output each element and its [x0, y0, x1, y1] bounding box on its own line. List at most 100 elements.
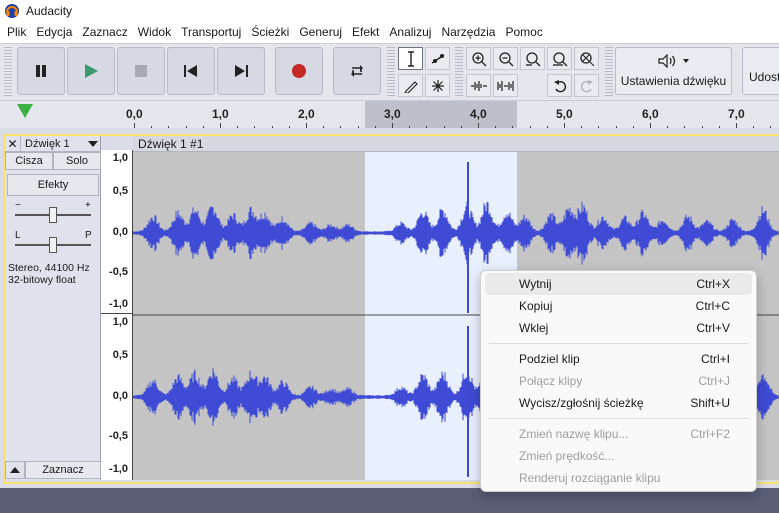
- menu-tools[interactable]: Narzędzia: [436, 22, 500, 43]
- chevron-up-icon: [10, 467, 20, 473]
- trim-audio-icon: [470, 80, 487, 91]
- menu-tracks[interactable]: Ścieżki: [246, 22, 294, 43]
- skip-end-button[interactable]: [217, 47, 265, 95]
- menu-item-label: Połącz klipy: [519, 374, 583, 388]
- track-menu-button[interactable]: [85, 140, 101, 147]
- share-audio-label: Udost: [749, 70, 779, 84]
- loop-icon: [351, 65, 363, 77]
- timeline-tick-label: 6,0: [642, 107, 659, 121]
- playhead-marker-icon[interactable]: [17, 104, 33, 118]
- window-title: Audacity: [26, 4, 73, 18]
- share-audio-button[interactable]: Udost: [742, 47, 779, 95]
- menu-item-shortcut: Ctrl+F2: [690, 427, 730, 441]
- select-track-button[interactable]: Zaznacz: [25, 461, 101, 479]
- skip-start-button[interactable]: [167, 47, 215, 95]
- pause-button[interactable]: [17, 47, 65, 95]
- menu-view[interactable]: Widok: [133, 22, 176, 43]
- menu-item-label: Renderuj rozciąganie klipu: [519, 471, 661, 485]
- track-format-info: Stereo, 44100 Hz 32-bitowy float: [8, 262, 90, 286]
- solo-button[interactable]: Solo: [53, 152, 101, 170]
- trim-button[interactable]: [466, 74, 491, 97]
- timeline-tick-label: 0,0: [126, 107, 143, 121]
- menu-help[interactable]: Pomoc: [500, 22, 547, 43]
- stop-button[interactable]: [117, 47, 165, 95]
- selection-tool-button[interactable]: [398, 47, 423, 70]
- amplitude-ruler[interactable]: 1,0 0,5 0,0 -0,5 -1,0 1,0 0,5 0,0 -0,5 -…: [101, 150, 133, 480]
- toolbar-grip[interactable]: [455, 47, 463, 97]
- menu-effect[interactable]: Efekt: [347, 22, 384, 43]
- effects-button[interactable]: Efekty: [7, 174, 99, 196]
- vtick-bottom-1: 1,0: [112, 316, 128, 328]
- vtick-bottom-2: 0,5: [112, 349, 128, 361]
- menu-item-label: Kopiuj: [519, 299, 553, 313]
- menu-item-shortcut: Shift+U: [690, 396, 730, 410]
- redo-button[interactable]: [574, 74, 599, 97]
- zoom-selection-icon: [525, 51, 540, 66]
- menu-item-label: Zmień nazwę klipu...: [519, 427, 629, 441]
- fit-selection-button[interactable]: [520, 47, 545, 70]
- timeline-tick-label: 5,0: [556, 107, 573, 121]
- menu-item-label: Wycisz/zgłośnij ścieżkę: [519, 396, 644, 410]
- pan-slider[interactable]: [15, 237, 91, 253]
- menu-transport[interactable]: Transportuj: [176, 22, 246, 43]
- context-menu-item[interactable]: Podziel klip Ctrl+I: [485, 348, 752, 370]
- fit-project-button[interactable]: [547, 47, 572, 70]
- play-button[interactable]: [67, 47, 115, 95]
- context-menu-item[interactable]: Połącz klipy Ctrl+J: [485, 370, 752, 392]
- clip-context-menu: Wytnij Ctrl+X Kopiuj Ctrl+C Wklej Ctrl+V Podzi…: [480, 270, 757, 492]
- zoom-fit-icon: [552, 51, 567, 66]
- multi-tool-button[interactable]: [425, 74, 450, 97]
- vtick-top-1: 1,0: [112, 152, 128, 164]
- timeline-ruler[interactable]: 0,0 1,0 2,0 3,0 4,0 5,0 6,0 7,0: [0, 100, 779, 129]
- zoom-toggle-button[interactable]: [574, 47, 599, 70]
- silence-button[interactable]: [493, 74, 518, 97]
- toolbar-grip[interactable]: [605, 47, 613, 97]
- undo-button[interactable]: [547, 74, 572, 97]
- menu-item-shortcut: Ctrl+C: [695, 299, 730, 313]
- pan-right-label: P: [85, 230, 92, 241]
- context-menu-item[interactable]: Wklej Ctrl+V: [485, 317, 752, 339]
- context-menu-item[interactable]: Zmień prędkość...: [485, 445, 752, 467]
- menu-item-shortcut: Ctrl+X: [696, 277, 730, 291]
- menu-separator: [489, 418, 748, 419]
- context-menu-item[interactable]: Kopiuj Ctrl+C: [485, 295, 752, 317]
- timeline-tick-label: 3,0: [384, 107, 401, 121]
- i-beam-icon: [407, 50, 414, 67]
- menu-analyze[interactable]: Analizuj: [384, 22, 436, 43]
- toolbar: Ustawienia dźwięku Udost: [0, 43, 779, 100]
- toolbar-grip[interactable]: [387, 47, 395, 97]
- toolbar-grip[interactable]: [4, 47, 12, 97]
- gain-slider-thumb[interactable]: [49, 207, 57, 223]
- pan-slider-thumb[interactable]: [49, 237, 57, 253]
- context-menu-item[interactable]: Wycisz/zgłośnij ścieżkę Shift+U: [485, 392, 752, 414]
- track-name-menu[interactable]: Dźwięk 1: [21, 138, 85, 150]
- undo-icon: [553, 79, 566, 92]
- close-icon: ✕: [7, 136, 18, 151]
- zoom-in-button[interactable]: [466, 47, 491, 70]
- zoom-out-button[interactable]: [493, 47, 518, 70]
- menu-item-shortcut: Ctrl+V: [696, 321, 730, 335]
- menu-select[interactable]: Zaznacz: [77, 22, 132, 43]
- loop-button[interactable]: [333, 47, 381, 95]
- draw-tool-button[interactable]: [398, 74, 423, 97]
- context-menu-item[interactable]: Zmień nazwę klipu... Ctrl+F2: [485, 423, 752, 445]
- close-track-button[interactable]: ✕: [5, 135, 21, 152]
- pencil-icon: [403, 80, 418, 93]
- time-ruler[interactable]: 0,0 1,0 2,0 3,0 4,0 5,0 6,0 7,0: [126, 101, 779, 129]
- menu-edit[interactable]: Edycja: [31, 22, 77, 43]
- menu-file[interactable]: Plik: [2, 22, 31, 43]
- timeline-tick-label: 1,0: [212, 107, 229, 121]
- vtick-bottom-4: -0,5: [109, 430, 128, 442]
- menu-generate[interactable]: Generuj: [294, 22, 347, 43]
- context-menu-item[interactable]: Wytnij Ctrl+X: [485, 273, 752, 295]
- context-menu-item[interactable]: Renderuj rozciąganie klipu: [485, 467, 752, 489]
- collapse-track-button[interactable]: [5, 461, 25, 479]
- clip-title-bar[interactable]: Dźwięk 1 #1: [133, 136, 779, 152]
- envelope-tool-button[interactable]: [425, 47, 450, 70]
- vtick-top-5: -1,0: [109, 298, 128, 310]
- mute-button[interactable]: Cisza: [5, 152, 53, 170]
- gain-slider[interactable]: [15, 207, 91, 223]
- audio-setup-button[interactable]: Ustawienia dźwięku: [615, 47, 732, 95]
- gain-plus-label: +: [85, 200, 91, 211]
- record-button[interactable]: [275, 47, 323, 95]
